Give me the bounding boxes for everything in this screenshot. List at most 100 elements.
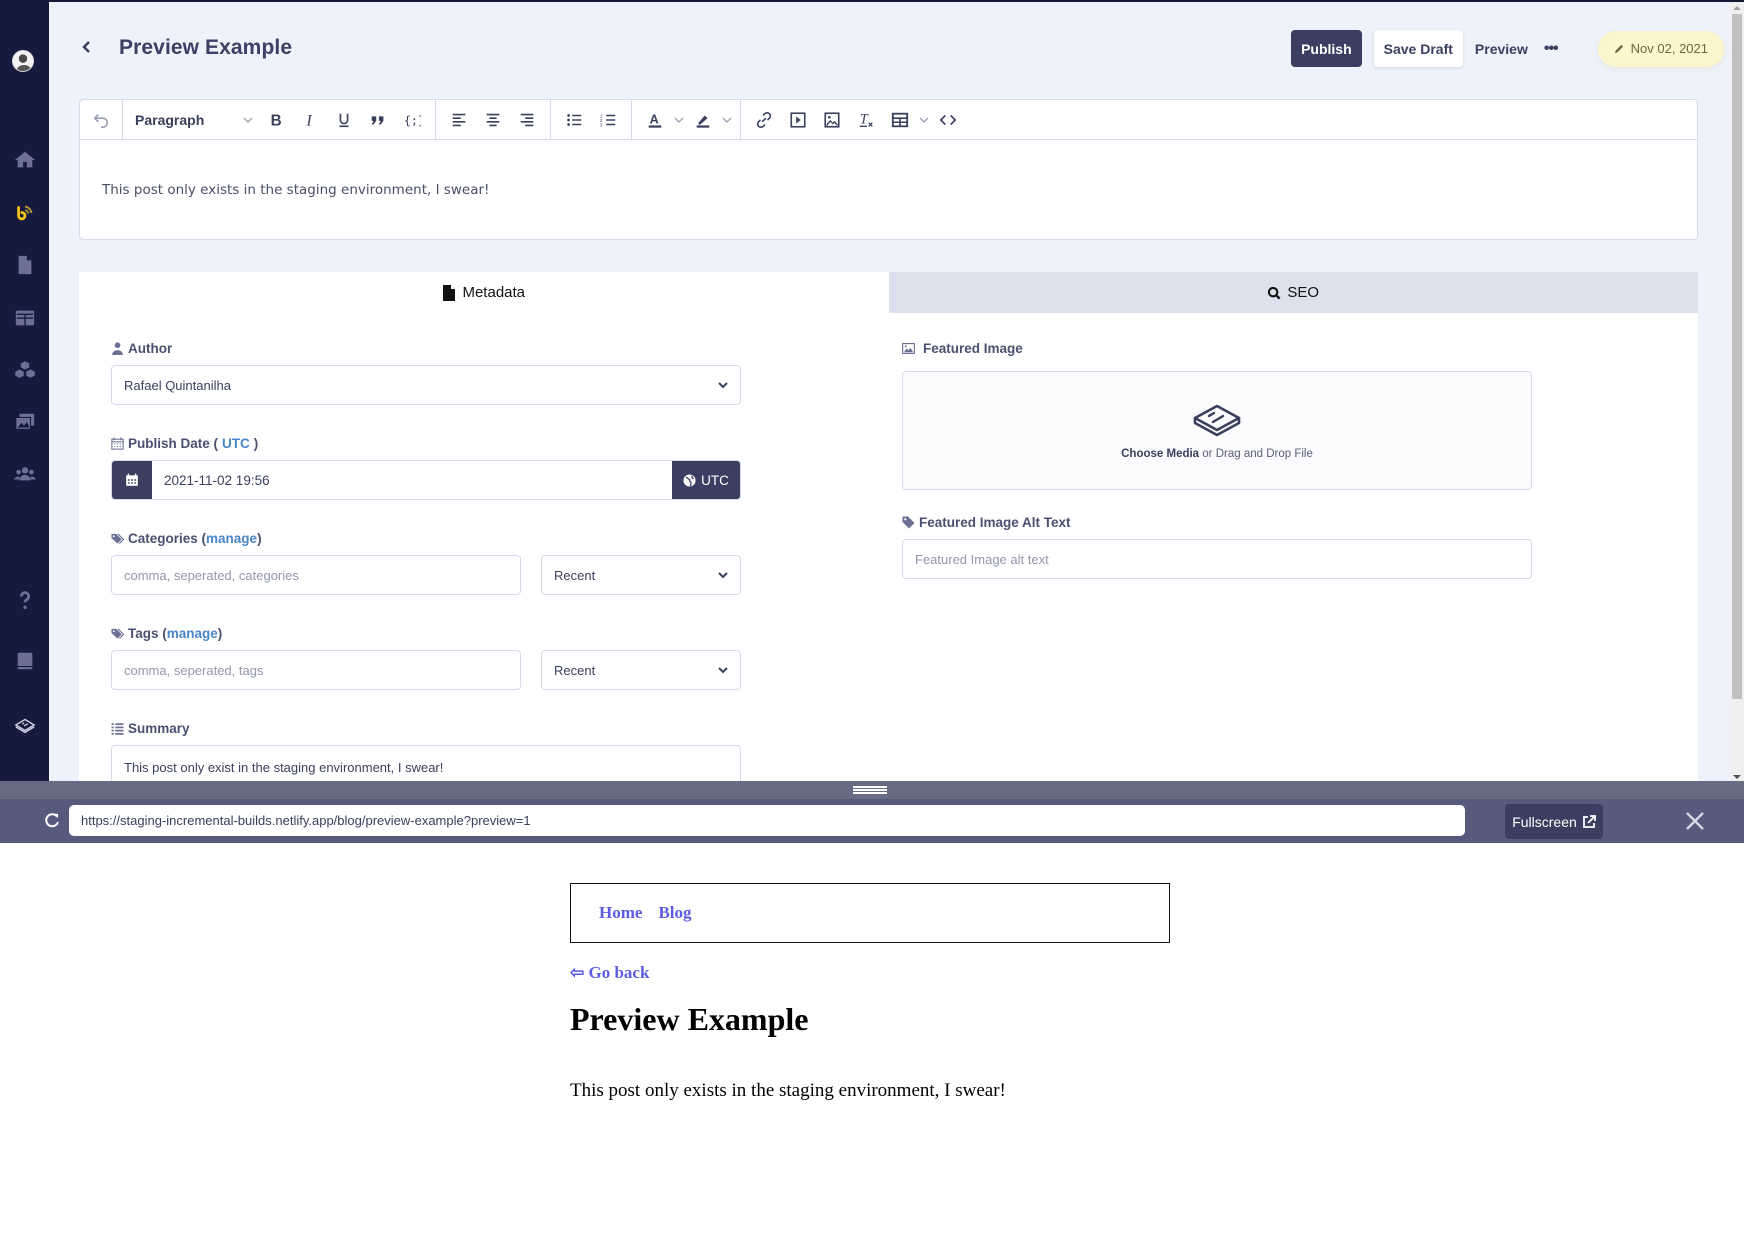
highlighter-icon: [696, 115, 710, 128]
chevron-down-icon: [243, 117, 253, 123]
chevron-left-icon: [82, 41, 90, 53]
preview-button[interactable]: Preview: [1475, 30, 1528, 67]
clear-format-button[interactable]: T: [849, 103, 883, 137]
editor-pane: Preview Example Publish Save Draft Previ…: [0, 0, 1744, 781]
blockquote-button[interactable]: [361, 103, 395, 137]
site-nav-home[interactable]: Home: [599, 903, 642, 923]
undo-button[interactable]: [84, 103, 118, 137]
categories-input[interactable]: comma, seperated, categories: [111, 555, 521, 595]
featured-image-dropzone[interactable]: Choose Media or Drag and Drop File: [902, 371, 1532, 490]
source-code-button[interactable]: [931, 103, 965, 137]
highlight-dropdown[interactable]: [720, 103, 734, 137]
alt-text-input[interactable]: Featured Image alt text: [902, 539, 1532, 579]
sidebar-item-components[interactable]: [0, 352, 49, 388]
preview-url-input[interactable]: https://staging-incremental-builds.netli…: [69, 805, 1465, 836]
reload-icon[interactable]: [43, 811, 61, 829]
publish-date-tz-link[interactable]: UTC: [222, 436, 250, 451]
align-left-button[interactable]: [442, 103, 476, 137]
sidebar-item-docs[interactable]: [0, 643, 49, 679]
undo-icon: [93, 113, 109, 128]
globe-icon: [683, 473, 696, 487]
video-play-icon: [790, 111, 806, 128]
go-back-link[interactable]: ⇦ Go back: [570, 963, 649, 983]
publish-date-input[interactable]: 2021-11-02 19:56: [152, 461, 672, 499]
back-button[interactable]: [82, 37, 102, 61]
summary-label: Summary: [111, 718, 741, 738]
svg-text:T: T: [860, 111, 869, 127]
italic-icon: I: [305, 111, 313, 129]
underline-button[interactable]: [327, 103, 361, 137]
sidebar-item-users[interactable]: [0, 456, 49, 492]
choose-media-link[interactable]: Choose Media: [1121, 448, 1199, 460]
close-preview-icon[interactable]: [1683, 809, 1707, 833]
align-center-button[interactable]: [476, 103, 510, 137]
open-calendar-button[interactable]: [112, 461, 152, 499]
block-format-value: Paragraph: [135, 111, 205, 128]
link-button[interactable]: [747, 103, 781, 137]
code-block-button[interactable]: {;}: [395, 103, 429, 137]
bold-button[interactable]: B: [259, 103, 293, 137]
dropzone-text: Choose Media or Drag and Drop File: [1121, 447, 1313, 460]
scroll-up-arrow[interactable]: [1733, 6, 1741, 10]
bullet-list-icon: [567, 113, 582, 126]
highlight-button[interactable]: [686, 103, 720, 137]
video-button[interactable]: [781, 103, 815, 137]
svg-text:B: B: [271, 112, 282, 129]
manage-categories-link[interactable]: manage: [206, 531, 257, 546]
align-right-button[interactable]: [510, 103, 544, 137]
timezone-button[interactable]: UTC: [672, 461, 740, 499]
sidebar-item-home[interactable]: [0, 142, 49, 178]
editor-scrollbar[interactable]: [1730, 2, 1744, 781]
blog-rss-icon: [16, 205, 32, 221]
chevron-down-icon: [674, 117, 684, 123]
question-icon: [19, 591, 30, 609]
drag-grip-icon: [853, 786, 887, 794]
text-color-button[interactable]: A: [638, 103, 672, 137]
tags-input[interactable]: comma, seperated, tags: [111, 650, 521, 690]
user-avatar[interactable]: [12, 50, 34, 72]
publish-button[interactable]: Publish: [1291, 30, 1362, 67]
site-nav-blog[interactable]: Blog: [658, 903, 691, 923]
categories-label: Categories (manage): [111, 528, 741, 548]
categories-filter-select[interactable]: Recent: [541, 555, 741, 595]
metadata-left-column: Author Rafael Quintanilha Publish Date (…: [111, 338, 741, 781]
bullet-list-button[interactable]: [557, 103, 591, 137]
image-button[interactable]: [815, 103, 849, 137]
book-icon: [17, 652, 32, 670]
author-select[interactable]: Rafael Quintanilha: [111, 365, 741, 405]
publish-date-badge[interactable]: Nov 02, 2021: [1597, 30, 1724, 67]
rich-text-editor: Paragraph B I {;} 123 A: [79, 99, 1698, 240]
sidebar-item-brand[interactable]: [0, 707, 49, 743]
numbered-list-button[interactable]: 123: [591, 103, 625, 137]
sidebar-item-pages[interactable]: [0, 247, 49, 283]
manage-tags-link[interactable]: manage: [167, 626, 218, 641]
scroll-down-arrow[interactable]: [1733, 775, 1741, 779]
site-nav: Home Blog: [570, 883, 1170, 943]
table-dropdown[interactable]: [917, 103, 931, 137]
preview-toolbar: https://staging-incremental-builds.netli…: [0, 799, 1744, 843]
tags-filter-select[interactable]: Recent: [541, 650, 741, 690]
text-color-dropdown[interactable]: [672, 103, 686, 137]
preview-frame: Home Blog ⇦ Go back Preview Example This…: [0, 843, 1744, 1250]
tab-metadata-label: Metadata: [462, 284, 526, 301]
summary-textarea[interactable]: This post only exist in the staging envi…: [111, 745, 741, 781]
tab-seo[interactable]: SEO: [888, 272, 1698, 313]
block-format-select[interactable]: Paragraph: [129, 103, 259, 137]
save-draft-button[interactable]: Save Draft: [1373, 30, 1463, 67]
fullscreen-button[interactable]: Fullscreen: [1505, 804, 1603, 839]
preview-resize-handle[interactable]: [0, 781, 1744, 799]
table-button[interactable]: [883, 103, 917, 137]
more-options-button[interactable]: •••: [1544, 40, 1559, 58]
tab-metadata[interactable]: Metadata: [79, 272, 889, 313]
image-icon: [902, 342, 915, 354]
sidebar-item-blog[interactable]: [0, 195, 49, 231]
italic-button[interactable]: I: [293, 103, 327, 137]
scrollbar-thumb[interactable]: [1732, 14, 1742, 699]
author-value: Rafael Quintanilha: [124, 377, 231, 393]
editor-content[interactable]: This post only exists in the staging env…: [80, 140, 1697, 240]
sidebar-item-help[interactable]: [0, 582, 49, 618]
table-icon: [891, 112, 909, 127]
sidebar-item-media[interactable]: [0, 404, 49, 440]
sidebar-item-tables[interactable]: [0, 300, 49, 336]
chevron-down-icon: [718, 382, 728, 389]
